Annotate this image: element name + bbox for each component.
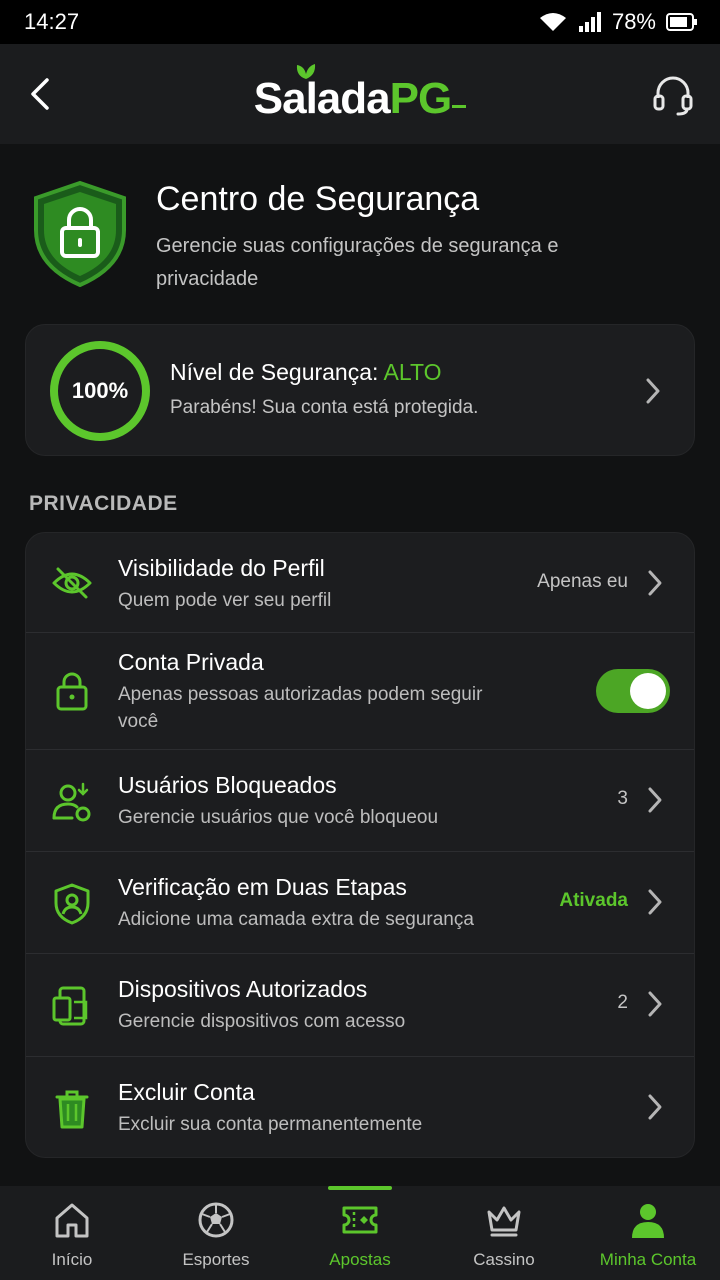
row-title: Excluir Conta xyxy=(118,1079,255,1105)
security-percent: 100% xyxy=(71,378,129,403)
row-delete-account[interactable]: Excluir Conta Excluir sua conta permanen… xyxy=(26,1057,694,1157)
trash-icon xyxy=(55,1090,89,1129)
page-subtitle: Gerencie suas configurações de segurança… xyxy=(156,235,559,290)
row-subtitle: Quem pode ver seu perfil xyxy=(118,590,332,611)
nav-label: Cassino xyxy=(473,1250,535,1269)
row-subtitle: Gerencie usuários que você bloqueou xyxy=(118,807,439,828)
nav-item-esportes[interactable]: Esportes xyxy=(144,1186,288,1280)
user-block-icon xyxy=(52,782,91,822)
row-value: Apenas eu xyxy=(537,571,628,592)
devices-icon xyxy=(52,986,88,1026)
logo-text-white: Salada xyxy=(253,74,391,123)
page-title: Centro de Segurança xyxy=(156,180,480,218)
back-arrow-icon[interactable] xyxy=(22,74,62,114)
row-value: 2 xyxy=(617,992,628,1013)
nav-item-apostas[interactable]: Apostas xyxy=(288,1186,432,1280)
row-title: Conta Privada xyxy=(118,649,264,675)
status-time: 14:27 xyxy=(24,9,80,34)
status-bar: 14:27 78% xyxy=(0,0,720,44)
security-center-header: Centro de Segurança Gerencie suas config… xyxy=(0,170,720,300)
row-title: Dispositivos Autorizados xyxy=(118,976,368,1002)
row-profile-visibility[interactable]: Visibilidade do Perfil Quem pode ver seu… xyxy=(26,533,694,633)
app-bar: Salada PG xyxy=(0,44,720,144)
shield-lock-icon xyxy=(34,180,126,288)
privacy-section-title: PRIVACIDADE xyxy=(29,492,178,515)
security-level-title: Nível de Segurança: ALTO xyxy=(170,359,441,386)
logo-underline xyxy=(452,105,467,108)
leaf-icon xyxy=(296,64,315,79)
toggle-knob xyxy=(630,673,666,709)
chevron-right-icon xyxy=(646,378,660,404)
row-subtitle: Adicione uma camada extra de segurança xyxy=(118,909,474,930)
soccer-ball-icon xyxy=(198,1202,234,1238)
lock-icon xyxy=(56,672,88,711)
row-subtitle: Gerencie dispositivos com acesso xyxy=(118,1011,406,1032)
app-logo: Salada PG xyxy=(253,64,467,124)
chevron-right-icon xyxy=(648,787,662,813)
privacy-settings-list: Visibilidade do Perfil Quem pode ver seu… xyxy=(25,532,695,1158)
nav-label: Apostas xyxy=(329,1250,391,1269)
chevron-right-icon xyxy=(648,889,662,915)
status-icons: 78% xyxy=(538,9,698,35)
shield-user-icon xyxy=(54,883,90,925)
row-value: 3 xyxy=(617,788,628,809)
row-two-step-verification[interactable]: Verificação em Duas Etapas Adicione uma … xyxy=(26,852,694,954)
security-level-card[interactable]: 100% Nível de Segurança: ALTO Parabéns! … xyxy=(25,324,695,456)
nav-item-minha-conta[interactable]: Minha Conta xyxy=(576,1186,720,1280)
nav-label: Minha Conta xyxy=(599,1250,697,1269)
row-title: Visibilidade do Perfil xyxy=(118,555,325,581)
battery-percent: 78% xyxy=(611,9,656,34)
battery-icon xyxy=(666,13,697,31)
active-tab-indicator xyxy=(328,1186,392,1190)
signal-icon xyxy=(578,12,601,32)
row-subtitle: Excluir sua conta permanentemente xyxy=(118,1114,423,1135)
ticket-icon xyxy=(342,1206,378,1234)
row-private-account: Conta Privada Apenas pessoas autorizadas… xyxy=(26,633,694,750)
private-account-toggle[interactable] xyxy=(596,669,670,713)
wifi-icon xyxy=(539,13,566,31)
bottom-navigation: Início Esportes Apostas Cassino Minha Co… xyxy=(0,1186,720,1280)
headset-icon[interactable] xyxy=(650,72,696,118)
nav-label: Esportes xyxy=(182,1250,250,1269)
row-blocked-users[interactable]: Usuários Bloqueados Gerencie usuários qu… xyxy=(26,750,694,852)
home-icon xyxy=(55,1203,89,1238)
security-level-value: ALTO xyxy=(383,359,442,385)
security-level-subtitle: Parabéns! Sua conta está protegida. xyxy=(170,397,479,418)
row-subtitle: Apenas pessoas autorizadas podem seguir … xyxy=(118,684,483,732)
nav-label: Início xyxy=(51,1250,93,1269)
eye-off-icon xyxy=(52,567,92,599)
nav-item-inicio[interactable]: Início xyxy=(0,1186,144,1280)
row-authorized-devices[interactable]: Dispositivos Autorizados Gerencie dispos… xyxy=(26,954,694,1057)
chevron-right-icon xyxy=(648,1094,662,1120)
logo-text-green: PG xyxy=(389,74,453,123)
user-icon xyxy=(632,1204,664,1238)
row-title: Usuários Bloqueados xyxy=(118,772,337,798)
crown-icon xyxy=(487,1206,521,1237)
two-step-status: Ativada xyxy=(559,890,628,911)
row-title: Verificação em Duas Etapas xyxy=(118,874,407,900)
nav-item-cassino[interactable]: Cassino xyxy=(432,1186,576,1280)
chevron-right-icon xyxy=(648,570,662,596)
chevron-right-icon xyxy=(648,991,662,1017)
security-level-label: Nível de Segurança: xyxy=(170,359,384,385)
